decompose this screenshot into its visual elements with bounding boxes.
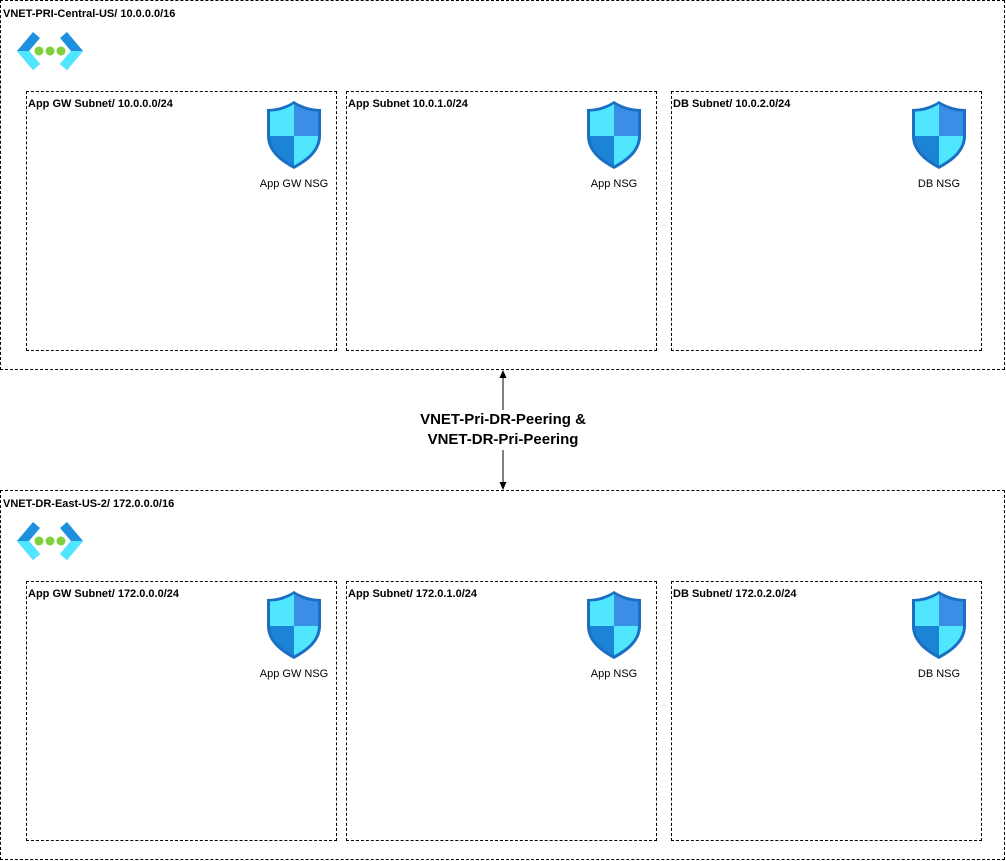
subnet-db-primary: DB Subnet/ 10.0.2.0/24 DB NSG: [671, 91, 982, 351]
nsg-label: App NSG: [590, 178, 638, 190]
subnet-db-dr: DB Subnet/ 172.0.2.0/24 DB NSG: [671, 581, 982, 841]
nsg-app: App NSG: [569, 100, 659, 190]
peering-label-line2: VNET-DR-Pri-Peering: [427, 431, 579, 448]
virtual-network-icon: [15, 520, 85, 562]
subnet-label: DB Subnet/ 172.0.2.0/24: [673, 588, 797, 600]
nsg-label: DB NSG: [917, 668, 961, 680]
arrow-up-icon: [499, 370, 507, 378]
nsg-db: DB NSG: [894, 590, 984, 680]
nsg-shield-icon: [585, 590, 643, 660]
nsg-shield-icon: [910, 590, 968, 660]
virtual-network-icon: [15, 30, 85, 72]
subnet-app-dr: App Subnet/ 172.0.1.0/24 App NSG: [346, 581, 657, 841]
subnet-app-gw-dr: App GW Subnet/ 172.0.0.0/24 App GW NSG: [26, 581, 337, 841]
nsg-app-gw: App GW NSG: [249, 100, 339, 190]
arrow-down-icon: [499, 482, 507, 490]
vnet-dr-label: VNET-DR-East-US-2/ 172.0.0.0/16: [3, 498, 175, 510]
subnet-label: App Subnet/ 172.0.1.0/24: [348, 588, 477, 600]
nsg-app-gw: App GW NSG: [249, 590, 339, 680]
subnet-app-gw-primary: App GW Subnet/ 10.0.0.0/24 App GW NSG: [26, 91, 337, 351]
nsg-shield-icon: [585, 100, 643, 170]
nsg-label: App GW NSG: [259, 668, 329, 680]
nsg-label: App NSG: [590, 668, 638, 680]
nsg-db: DB NSG: [894, 100, 984, 190]
nsg-label: DB NSG: [917, 178, 961, 190]
peering-label-line1: VNET-Pri-DR-Peering &: [420, 411, 586, 428]
subnet-app-primary: App Subnet 10.0.1.0/24 App NSG: [346, 91, 657, 351]
nsg-shield-icon: [265, 100, 323, 170]
nsg-label: App GW NSG: [259, 178, 329, 190]
nsg-app: App NSG: [569, 590, 659, 680]
subnet-label: App Subnet 10.0.1.0/24: [348, 98, 468, 110]
nsg-shield-icon: [265, 590, 323, 660]
subnet-label: App GW Subnet/ 172.0.0.0/24: [28, 588, 179, 600]
subnet-label: App GW Subnet/ 10.0.0.0/24: [28, 98, 173, 110]
subnet-label: DB Subnet/ 10.0.2.0/24: [673, 98, 791, 110]
peering-label: VNET-Pri-DR-Peering & VNET-DR-Pri-Peerin…: [353, 410, 653, 450]
nsg-shield-icon: [910, 100, 968, 170]
vnet-primary-label: VNET-PRI-Central-US/ 10.0.0.0/16: [3, 8, 176, 20]
vnet-dr: VNET-DR-East-US-2/ 172.0.0.0/16 App GW S…: [0, 490, 1005, 860]
vnet-primary: VNET-PRI-Central-US/ 10.0.0.0/16 App GW …: [0, 0, 1005, 370]
